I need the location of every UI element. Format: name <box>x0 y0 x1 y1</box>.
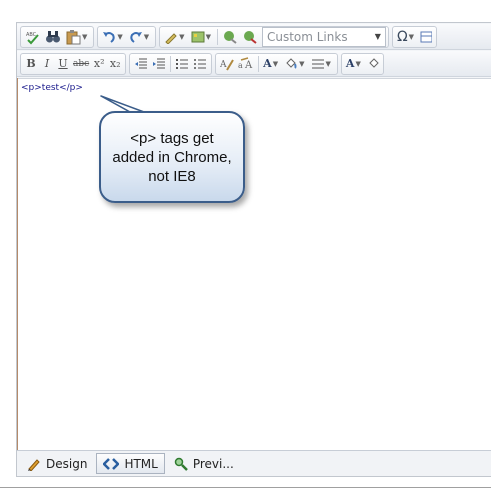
custom-links-label: Custom Links <box>266 29 348 44</box>
page-divider <box>0 487 491 488</box>
back-color-button[interactable]: ▼ <box>282 55 308 73</box>
toolbar-group-color: A aA A ▼ ▼ ▼ <box>215 52 338 75</box>
annotation-text: <p> tags get added in Chrome, not IE8 <box>112 129 232 185</box>
highlight-color-icon: A <box>345 57 355 70</box>
fill-color-button[interactable] <box>365 55 381 73</box>
chevron-down-icon[interactable]: ▼ <box>326 60 331 68</box>
separator <box>216 28 218 45</box>
outdent-button[interactable] <box>132 55 150 73</box>
image-manager-button[interactable]: ▼ <box>189 28 215 46</box>
italic-button[interactable]: I <box>39 55 55 73</box>
toolbar-row-1: ABC ▼ ▼ ▼ ▼ ▼ Custom Links ▼ Ω ▼ <box>17 24 491 50</box>
align-icon <box>311 59 324 68</box>
tab-preview[interactable]: Previ... <box>168 453 240 474</box>
chevron-down-icon[interactable]: ▼ <box>299 60 304 68</box>
pencil-icon <box>27 457 41 471</box>
table-icon <box>420 31 433 42</box>
hyperlink-button[interactable] <box>220 28 240 46</box>
content-left-border <box>17 78 18 450</box>
tab-design-label: Design <box>46 456 88 471</box>
toolbar-group-indent <box>129 52 213 75</box>
toolbar-group-history: ▼ ▼ <box>97 25 157 48</box>
format-stripper-icon: A <box>220 58 235 71</box>
chevron-down-icon: ▼ <box>374 32 381 41</box>
numbered-list-button[interactable] <box>173 55 191 73</box>
toolbar-group-tools: ABC ▼ <box>20 25 95 48</box>
toolbar-row-2: B I U abc x² x₂ A aA A ▼ ▼ ▼ A ▼ <box>17 51 491 77</box>
spellcheck-icon: ABC <box>26 32 39 44</box>
superscript-button[interactable]: x² <box>91 55 107 73</box>
subscript-button[interactable]: x₂ <box>107 55 123 73</box>
custom-links-select[interactable]: Custom Links ▼ <box>261 26 386 47</box>
undo-icon <box>103 31 116 43</box>
highlight-color-button[interactable]: A ▼ <box>344 55 365 73</box>
chevron-down-icon[interactable]: ▼ <box>82 33 87 41</box>
chevron-down-icon[interactable]: ▼ <box>409 33 414 41</box>
tab-design[interactable]: Design <box>21 453 93 474</box>
svg-text:A: A <box>220 60 227 70</box>
redo-icon <box>130 31 142 43</box>
globe-unlink-icon <box>243 30 257 44</box>
bullet-list-icon <box>194 58 207 69</box>
indent-icon <box>153 58 166 68</box>
chevron-down-icon[interactable]: ▼ <box>144 33 149 41</box>
toolbar-group-insert: ▼ ▼ Custom Links ▼ <box>159 25 389 48</box>
paint-bucket-icon <box>369 57 379 68</box>
annotation-callout: <p> tags get added in Chrome, not IE8 <box>99 111 245 203</box>
bold-button[interactable]: B <box>23 55 39 73</box>
toolbar-group-format: B I U abc x² x₂ <box>20 52 127 75</box>
unlink-button[interactable] <box>240 28 260 46</box>
globe-link-icon <box>223 30 237 44</box>
fore-color-button[interactable]: A ▼ <box>261 55 282 73</box>
spellcheck-button[interactable]: ABC <box>23 28 43 46</box>
convert-case-button[interactable]: aA <box>236 55 256 73</box>
strikethrough-button[interactable]: abc <box>71 55 91 73</box>
separator <box>258 55 260 72</box>
align-button[interactable]: ▼ <box>309 55 335 73</box>
indent-button[interactable] <box>150 55 168 73</box>
redo-button[interactable]: ▼ <box>127 28 153 46</box>
chevron-down-icon[interactable]: ▼ <box>179 33 184 41</box>
image-icon <box>191 31 205 42</box>
toolbar-group-color-2: A ▼ <box>340 52 384 75</box>
magnifier-icon <box>174 457 188 471</box>
toolbar-group-special: Ω ▼ <box>391 25 438 48</box>
tab-html-label: HTML <box>124 456 158 471</box>
special-characters-button[interactable]: Ω ▼ <box>395 28 418 46</box>
outdent-icon <box>135 58 148 68</box>
link-manager-button[interactable]: ▼ <box>162 28 188 46</box>
svg-text:A: A <box>244 60 253 71</box>
chevron-down-icon[interactable]: ▼ <box>355 59 360 68</box>
separator <box>170 55 172 72</box>
numbered-list-icon <box>176 58 189 69</box>
format-stripper-button[interactable]: A <box>218 55 236 73</box>
font-color-icon: A <box>263 57 272 70</box>
clipboard-icon <box>66 29 81 44</box>
bullet-list-button[interactable] <box>191 55 209 73</box>
binoculars-icon <box>46 30 60 42</box>
paste-button[interactable]: ▼ <box>63 28 91 46</box>
convert-case-icon: aA <box>238 56 253 71</box>
undo-button[interactable]: ▼ <box>100 28 126 46</box>
editor-content-area[interactable]: <p>test</p> <box>17 78 491 450</box>
chevron-down-icon[interactable]: ▼ <box>273 59 278 68</box>
svg-text:a: a <box>238 61 243 70</box>
tab-html[interactable]: HTML <box>96 453 165 474</box>
html-source-text[interactable]: <p>test</p> <box>21 83 83 93</box>
chevron-down-icon[interactable]: ▼ <box>117 33 122 41</box>
pencil-link-icon <box>165 32 177 44</box>
insert-table-button[interactable] <box>418 28 434 46</box>
omega-icon: Ω <box>396 28 408 45</box>
find-replace-button[interactable] <box>43 28 63 46</box>
mode-tabs-bar: Design HTML Previ... <box>17 450 491 476</box>
paint-bucket-icon <box>286 57 297 69</box>
tab-preview-label: Previ... <box>192 456 234 471</box>
underline-button[interactable]: U <box>55 55 71 73</box>
chevron-down-icon[interactable]: ▼ <box>206 33 211 41</box>
code-icon <box>103 457 120 470</box>
